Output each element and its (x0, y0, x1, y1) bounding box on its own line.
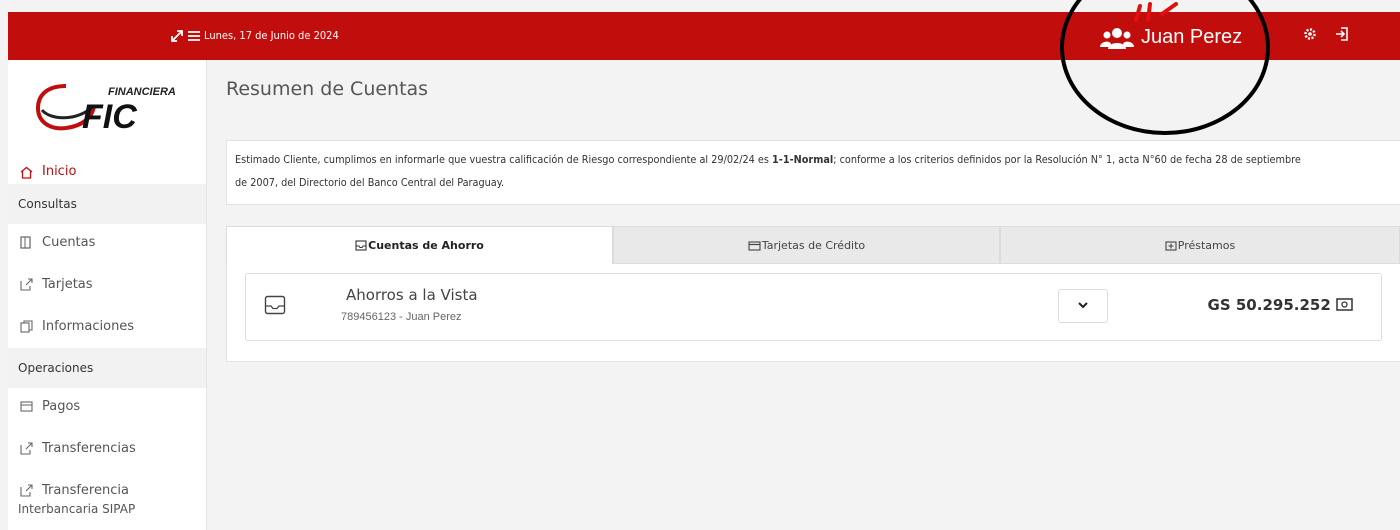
transfer-icon (20, 484, 33, 497)
credit-card-icon (748, 241, 761, 251)
external-link-icon (20, 278, 33, 291)
page-title: Resumen de Cuentas (226, 78, 429, 100)
highlight-circle-annotation (1060, 0, 1270, 135)
sidebar-item-pagos[interactable]: Pagos (8, 394, 206, 420)
gear-icon[interactable] (1303, 27, 1317, 46)
account-balance: GS 50.295.252 (1208, 296, 1353, 314)
document-icon (20, 320, 33, 333)
sidebar-item-transferencia-sipap[interactable]: Transferencia Interbancaria SIPAP (8, 480, 206, 524)
loan-icon (1165, 241, 1177, 251)
transfer-icon (20, 442, 33, 455)
inbox-icon (264, 295, 286, 315)
chevron-down-icon (1078, 302, 1088, 309)
account-icon (20, 236, 31, 249)
sidebar-item-inicio[interactable]: Inicio (8, 158, 206, 186)
account-number: 789456123 - Juan Perez (341, 311, 462, 323)
expand-icon[interactable] (170, 12, 184, 63)
inbox-icon (355, 240, 367, 251)
account-name: Ahorros a la Vista (346, 286, 478, 304)
svg-text:FINANCIERA: FINANCIERA (108, 86, 176, 98)
sidebar-item-informaciones[interactable]: Informaciones (8, 314, 206, 340)
wallet-icon (20, 401, 33, 412)
sidebar: FINANCIERA FIC Inicio Consultas Cuentas … (8, 60, 207, 530)
money-icon[interactable] (1336, 298, 1353, 311)
account-tabs: Cuentas de Ahorro Tarjetas de Crédito Pr… (226, 226, 1400, 264)
sidebar-item-cuentas[interactable]: Cuentas (8, 230, 206, 256)
risk-notice: Estimado Cliente, cumplimos en informarl… (226, 140, 1400, 205)
current-date: Lunes, 17 de Junio de 2024 (204, 29, 339, 42)
brand-logo: FINANCIERA FIC (35, 78, 186, 136)
tab-tarjetas-de-credito[interactable]: Tarjetas de Crédito (613, 226, 1000, 264)
account-card[interactable]: Ahorros a la Vista 789456123 - Juan Pere… (245, 273, 1382, 341)
section-operaciones: Operaciones (8, 348, 206, 388)
logout-icon[interactable] (1335, 27, 1349, 46)
svg-text:FIC: FIC (82, 98, 137, 134)
section-consultas: Consultas (8, 184, 206, 224)
tab-cuentas-de-ahorro[interactable]: Cuentas de Ahorro (226, 226, 613, 264)
tab-prestamos[interactable]: Préstamos (1000, 226, 1400, 264)
balance-value: GS 50.295.252 (1207, 296, 1331, 314)
menu-icon[interactable] (188, 12, 200, 62)
sidebar-item-transferencias[interactable]: Transferencias (8, 436, 206, 462)
expand-account-button[interactable] (1058, 289, 1108, 323)
sidebar-item-tarjetas[interactable]: Tarjetas (8, 272, 206, 298)
home-icon (20, 166, 33, 179)
